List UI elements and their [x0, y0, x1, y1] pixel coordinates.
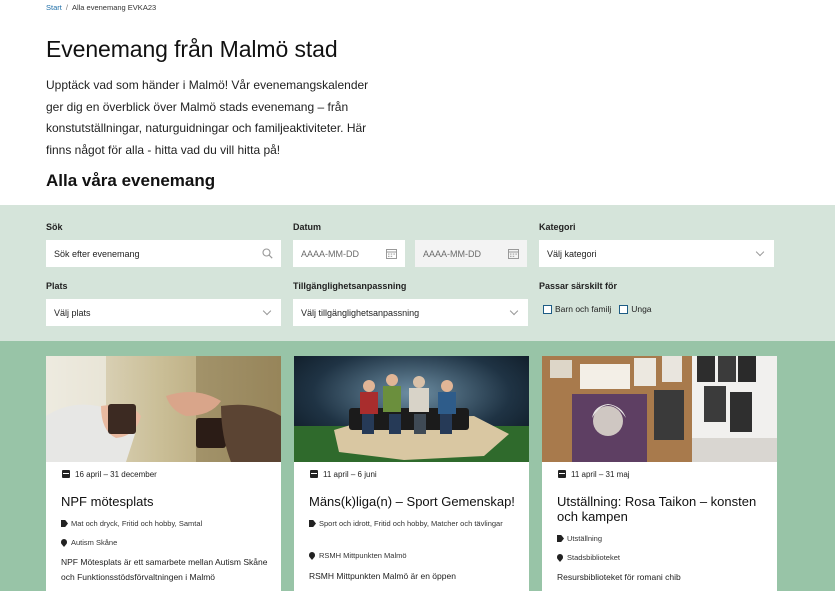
event-tags: Utställning [557, 533, 767, 545]
checkbox-box[interactable] [619, 304, 629, 314]
calendar-icon[interactable] [385, 248, 397, 260]
search-placeholder: Sök efter evenemang [54, 248, 140, 259]
event-date: 11 april – 31 maj [550, 463, 638, 485]
event-description: Resursbiblioteket för romani chib [557, 572, 681, 582]
event-title[interactable]: NPF mötesplats [61, 494, 271, 509]
event-location-text: Stadsbiblioteket [567, 553, 620, 562]
event-tags-text: Utställning [567, 534, 603, 543]
event-title[interactable]: Mäns(k)liga(n) – Sport Gemenskap! [309, 494, 519, 509]
breadcrumb-current: Alla evenemang EVKA23 [71, 3, 157, 12]
accessibility-label: Tillgänglighetsanpassning [293, 281, 407, 291]
event-location-text: RSMH Mittpunkten Malmö [319, 551, 407, 560]
date-to-input[interactable]: AAAA-MM-DD [415, 240, 527, 267]
suitable-checkboxes: Barn och familj Unga [543, 304, 660, 314]
event-location: RSMH Mittpunkten Malmö [309, 550, 519, 562]
checkbox-label: Barn och familj [555, 304, 612, 314]
calendar-icon [558, 470, 566, 478]
suitable-label: Passar särskilt för [539, 281, 618, 291]
date-from-placeholder: AAAA-MM-DD [301, 248, 359, 259]
date-to-placeholder: AAAA-MM-DD [423, 248, 481, 259]
event-card[interactable]: 11 april – 31 maj Utställning: Rosa Taik… [542, 356, 777, 591]
event-card[interactable]: 16 april – 31 december NPF mötesplats Ma… [46, 356, 281, 591]
event-card[interactable]: 11 april – 6 juni Mäns(k)liga(n) – Sport… [294, 356, 529, 591]
search-icon [261, 248, 273, 260]
event-date-text: 11 april – 31 maj [571, 469, 630, 479]
page-intro: Upptäck vad som händer i Malmö! Vår even… [46, 78, 369, 157]
tag-icon [557, 535, 564, 542]
event-title[interactable]: Utställning: Rosa Taikon – konsten och k… [557, 494, 767, 524]
chevron-down-icon [261, 306, 273, 319]
calendar-icon[interactable] [507, 248, 519, 260]
checkbox-unga[interactable]: Unga [619, 304, 652, 314]
event-image [46, 356, 281, 462]
event-image [294, 356, 529, 462]
checkbox-label: Unga [631, 304, 652, 314]
checkbox-box[interactable] [543, 304, 552, 314]
location-pin-icon [309, 552, 315, 560]
category-label: Kategori [539, 222, 576, 232]
place-select[interactable]: Välj plats [46, 299, 281, 326]
place-value: Välj plats [54, 307, 91, 318]
breadcrumb-home-link[interactable]: Start [46, 3, 62, 12]
event-tags: Sport och idrott, Fritid och hobby, Matc… [309, 518, 519, 530]
event-location: Stadsbiblioteket [557, 552, 767, 564]
chevron-down-icon [754, 247, 766, 260]
event-date: 11 april – 6 juni [302, 463, 385, 485]
tag-icon [61, 520, 68, 527]
section-title: Alla våra evenemang [46, 171, 216, 190]
event-description: RSMH Mittpunkten Malmö är en öppen [309, 571, 456, 581]
date-label: Datum [293, 222, 322, 232]
search-label: Sök [46, 222, 63, 232]
event-tags: Mat och dryck, Fritid och hobby, Samtal [61, 518, 271, 530]
search-input[interactable]: Sök efter evenemang [46, 240, 281, 267]
tag-icon [309, 520, 316, 527]
event-location-text: Autism Skåne [71, 538, 118, 547]
breadcrumb-separator: / [65, 3, 68, 12]
event-image [542, 356, 777, 462]
breadcrumb: Start / Alla evenemang EVKA23 [46, 3, 156, 12]
event-description: NPF Mötesplats är ett samarbete mellan A… [61, 557, 268, 582]
event-location: Autism Skåne [61, 537, 271, 549]
date-from-input[interactable]: AAAA-MM-DD [293, 240, 405, 267]
page-title: Evenemang från Malmö stad [46, 36, 338, 62]
calendar-icon [62, 470, 70, 478]
location-pin-icon [557, 554, 563, 562]
event-date-text: 16 april – 31 december [75, 469, 157, 479]
event-date: 16 april – 31 december [54, 463, 165, 485]
checkbox-barn-och-familj[interactable]: Barn och familj [543, 304, 611, 314]
event-date-text: 11 april – 6 juni [323, 469, 377, 479]
chevron-down-icon [508, 306, 520, 319]
calendar-icon [310, 470, 318, 478]
place-label: Plats [46, 281, 68, 291]
event-tags-text: Sport och idrott, Fritid och hobby, Matc… [319, 519, 503, 528]
accessibility-value: Välj tillgänglighetsanpassning [301, 307, 420, 318]
event-tags-text: Mat och dryck, Fritid och hobby, Samtal [71, 519, 203, 528]
category-value: Välj kategori [547, 248, 597, 259]
accessibility-select[interactable]: Välj tillgänglighetsanpassning [293, 299, 528, 326]
category-select[interactable]: Välj kategori [539, 240, 774, 267]
location-pin-icon [61, 539, 67, 547]
